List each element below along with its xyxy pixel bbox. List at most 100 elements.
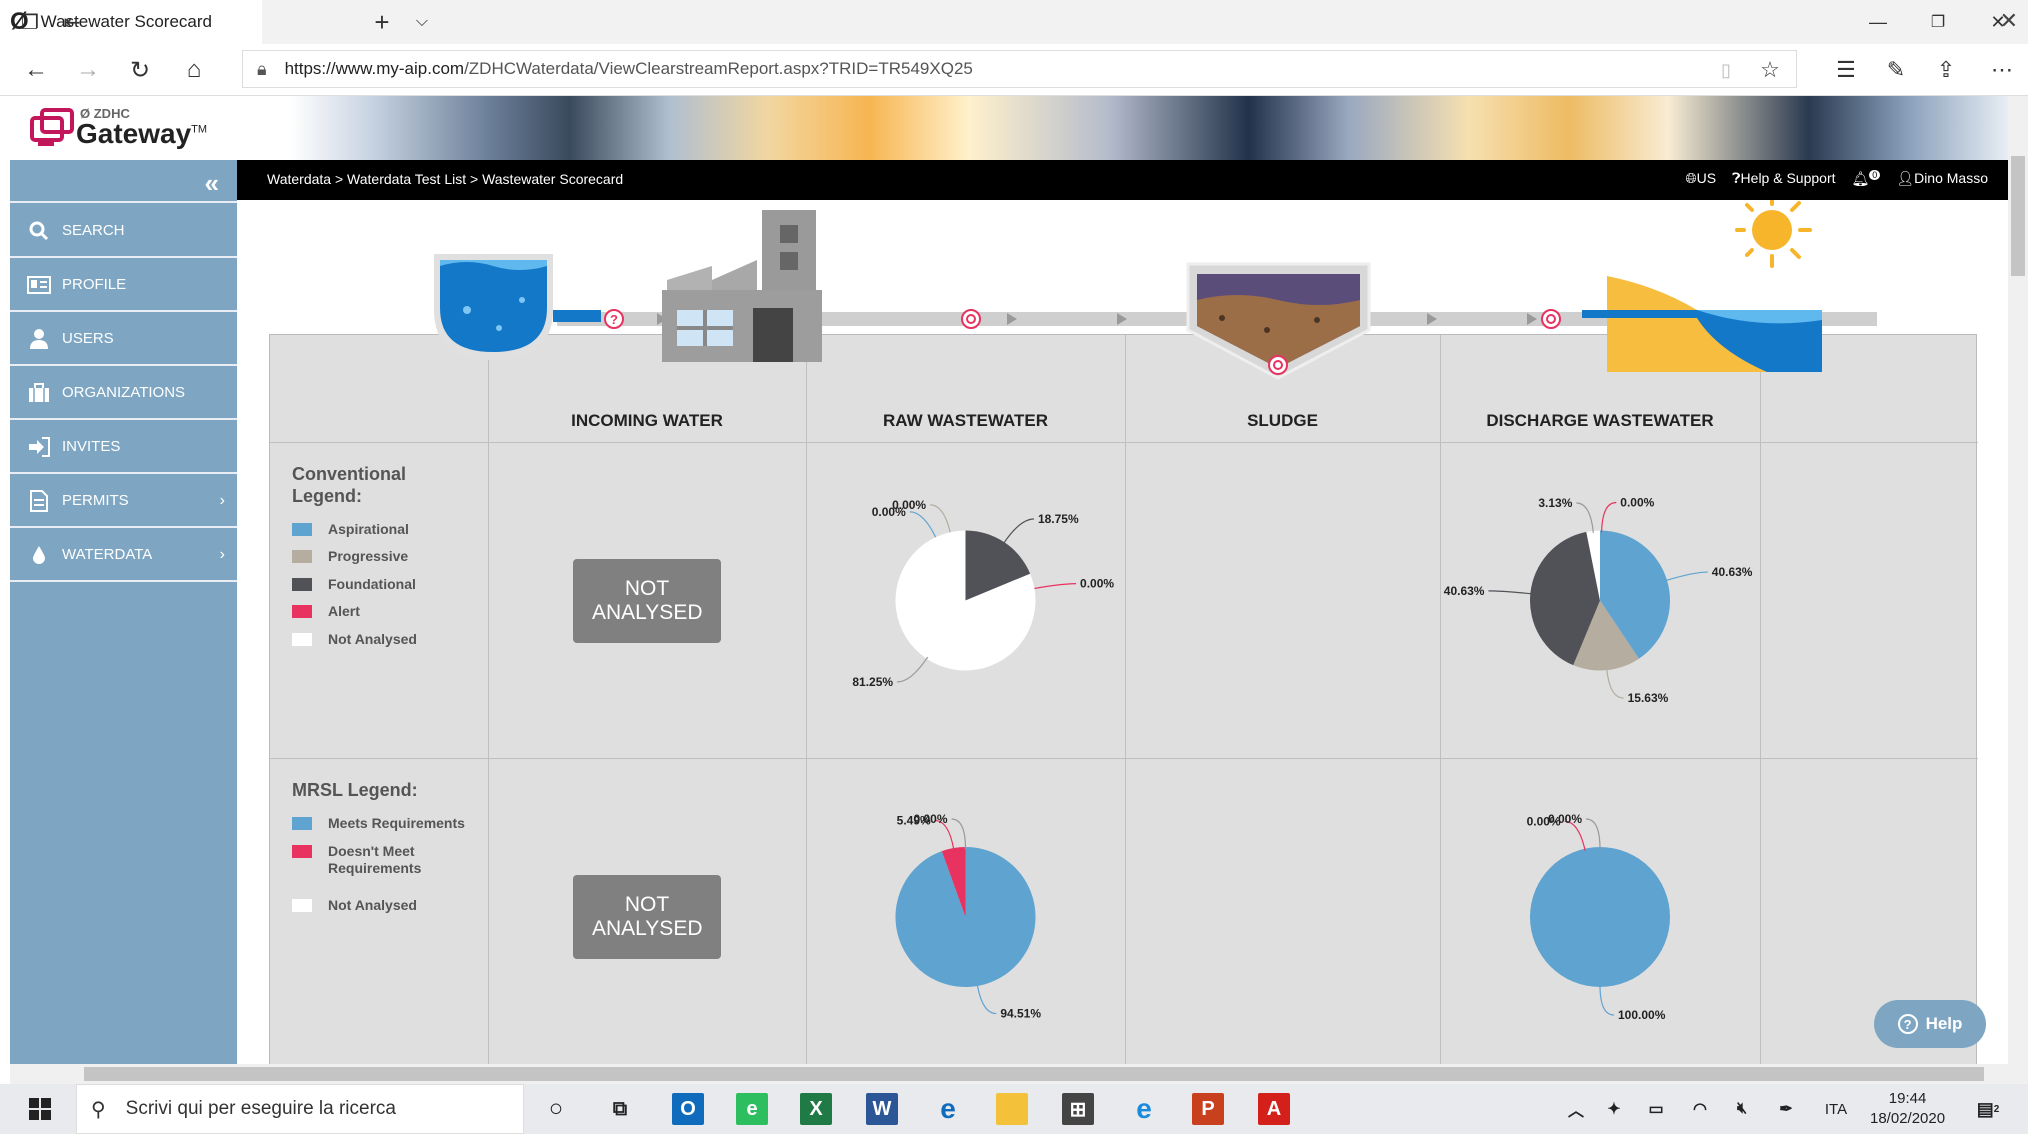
pie-data-label: 40.63% — [1712, 565, 1753, 579]
breadcrumb: Waterdata > Waterdata Test List > Wastew… — [267, 171, 624, 187]
legend-swatch — [292, 633, 312, 646]
taskbar-search-placeholder: Scrivi qui per eseguire la ricerca — [125, 1098, 396, 1119]
tab-list-chevron-icon[interactable]: ⌵ — [408, 8, 436, 36]
logo-main-text: GatewayTM — [76, 118, 207, 150]
refresh-icon[interactable]: ↻ — [124, 54, 156, 86]
column-header-sludge: SLUDGE — [1247, 411, 1318, 430]
excel-icon[interactable]: X — [800, 1093, 832, 1125]
sidebar-item-waterdata[interactable]: WATERDATA › — [10, 529, 237, 582]
home-icon[interactable]: ⌂ — [178, 54, 210, 86]
sidebar-item-permits[interactable]: PERMITS › — [10, 475, 237, 528]
battery-icon[interactable]: ▭ — [1640, 1093, 1672, 1125]
vertical-scroll-thumb[interactable] — [2011, 156, 2025, 276]
set-aside-tabs-icon[interactable]: ⇤ — [58, 8, 86, 36]
windows-start-icon[interactable] — [24, 1093, 56, 1125]
pie-leader-line — [1585, 818, 1601, 850]
evernote-icon[interactable]: e — [736, 1093, 768, 1125]
pie-data-label: 0.00% — [1548, 812, 1582, 826]
new-tab-icon[interactable]: + — [368, 7, 396, 37]
share-icon[interactable]: ⇪ — [1930, 54, 1962, 86]
pie-data-label: 81.25% — [852, 675, 893, 689]
sidebar-item-profile[interactable]: PROFILE — [10, 259, 237, 312]
edge-icon[interactable]: e — [932, 1093, 964, 1125]
restore-window-icon[interactable]: ❐ — [1918, 6, 1958, 38]
clock-date: 18/02/2020 — [1870, 1110, 1946, 1127]
sidebar-item-users[interactable]: USERS — [10, 313, 237, 366]
pie-leader-line — [951, 818, 967, 850]
file-explorer-icon[interactable] — [996, 1093, 1028, 1125]
powerpoint-icon[interactable]: P — [1192, 1093, 1224, 1125]
help-button[interactable]: ? Help — [1874, 1000, 1986, 1048]
store-icon[interactable]: ⊞ — [1062, 1093, 1094, 1125]
cortana-icon[interactable]: ○ — [540, 1093, 572, 1125]
minimize-window-icon[interactable]: — — [1858, 6, 1898, 38]
taskbar-search-field[interactable]: ⚲ Scrivi qui per eseguire la ricerca — [76, 1084, 524, 1134]
breadcrumb-waterdata[interactable]: Waterdata — [267, 171, 331, 187]
pie-data-label: 94.51% — [1000, 1007, 1041, 1021]
browser-tab-bar: ❐ ⇤ Ø Wastewater Scorecard ✕ + ⌵ — ❐ ✕ — [0, 0, 2028, 44]
volume-muted-icon[interactable]: 🔇︎ — [1726, 1093, 1758, 1125]
taskbar-clock[interactable]: 19:44 18/02/2020 — [1870, 1089, 1945, 1129]
target-marker-icon — [961, 309, 981, 329]
horizontal-scrollbar[interactable] — [10, 1064, 2008, 1084]
legend-item-mrsl-not-analysed: Not Analysed — [292, 897, 417, 913]
sidebar-item-label: SEARCH — [62, 222, 125, 239]
action-center-icon[interactable]: ▤ 2 — [1972, 1093, 2004, 1125]
internet-explorer-icon[interactable]: e — [1128, 1093, 1160, 1125]
zdhc-gateway-logo[interactable]: Ø ZDHC GatewayTM — [30, 104, 230, 154]
scorecard-grid: INCOMING WATER RAW WASTEWATER SLUDGE DIS… — [269, 334, 1978, 1064]
sidebar-item-search[interactable]: SEARCH — [10, 205, 237, 258]
not-analysed-label: NOT ANALYSED — [592, 893, 703, 940]
horizontal-scroll-thumb[interactable] — [84, 1067, 1984, 1081]
pie-slice-meets-requirements[interactable] — [1530, 847, 1670, 987]
breadcrumb-test-list[interactable]: Waterdata Test List — [347, 171, 466, 187]
pen-notes-icon[interactable]: ✎ — [1880, 54, 1912, 86]
reading-view-icon[interactable]: ▯ — [1710, 54, 1742, 86]
task-view-icon[interactable]: ⧉ — [604, 1093, 636, 1125]
wifi-icon[interactable]: ◠ — [1684, 1093, 1716, 1125]
target-marker-icon — [1268, 355, 1288, 375]
pie-leader-line — [1600, 501, 1617, 533]
notifications-button[interactable]: 🔔︎ 0 — [1852, 170, 1881, 188]
user-menu[interactable]: 👤︎Dino Masso — [1896, 170, 1988, 187]
tab-actions-icon[interactable]: ❐ — [16, 8, 44, 36]
target-marker-icon — [1541, 309, 1561, 329]
pie-chart-mrsl-discharge: 100.00%0.00%0.00% — [1527, 812, 1670, 1022]
not-analysed-box-conventional: NOT ANALYSED — [573, 559, 721, 643]
language-indicator[interactable]: ITA — [1820, 1093, 1852, 1125]
not-analysed-label: NOT ANALYSED — [592, 577, 703, 624]
close-window-icon[interactable]: ✕ — [1978, 6, 2018, 38]
chevron-right-icon: › — [219, 545, 225, 563]
breadcrumb-current: Wastewater Scorecard — [482, 171, 624, 187]
sidebar-item-label: USERS — [62, 330, 114, 347]
legend-item-meets-requirements: Meets Requirements — [292, 815, 465, 831]
sidebar-item-organizations[interactable]: ORGANIZATIONS — [10, 367, 237, 420]
dropbox-icon[interactable]: ✦ — [1598, 1093, 1630, 1125]
forward-arrow-icon[interactable]: → — [72, 54, 104, 86]
grid-divider — [488, 335, 489, 1064]
favorite-star-icon[interactable]: ☆ — [1754, 54, 1786, 86]
show-hidden-icons-chevron-icon[interactable]: ︿ — [1560, 1093, 1592, 1125]
chevron-right-icon: › — [219, 491, 225, 509]
pen-workspace-icon[interactable]: ✒ — [1770, 1093, 1802, 1125]
help-support-link[interactable]: ❓︎Help & Support — [1732, 170, 1835, 187]
grid-divider — [1125, 335, 1126, 1064]
acrobat-icon[interactable]: A — [1258, 1093, 1290, 1125]
outlook-icon[interactable]: O — [672, 1093, 704, 1125]
url-field[interactable]: 🔒︎ https://www.my-aip.com/ZDHCWaterdata/… — [242, 50, 1797, 88]
region-selector[interactable]: 🌐︎US — [1685, 170, 1716, 187]
word-icon[interactable]: W — [866, 1093, 898, 1125]
back-arrow-icon[interactable]: ← — [20, 54, 52, 86]
favorites-list-icon[interactable]: ☰ — [1830, 54, 1862, 86]
windows-taskbar: ⚲ Scrivi qui per eseguire la ricerca ○ ⧉… — [0, 1084, 2028, 1134]
vertical-scrollbar[interactable] — [2008, 96, 2028, 1084]
notification-count-badge: 0 — [1869, 170, 1881, 180]
column-header-incoming-water: INCOMING WATER — [571, 411, 723, 430]
help-button-label: Help — [1925, 1014, 1963, 1033]
more-menu-icon[interactable]: ⋯ — [1986, 54, 2018, 86]
sidebar-item-invites[interactable]: INVITES — [10, 421, 237, 474]
pie-leader-line — [1599, 984, 1615, 1016]
user-icon: 👤︎ — [1896, 170, 1915, 187]
legend-label: Not Analysed — [328, 631, 417, 647]
sidebar-collapse-button[interactable]: « — [10, 160, 237, 203]
